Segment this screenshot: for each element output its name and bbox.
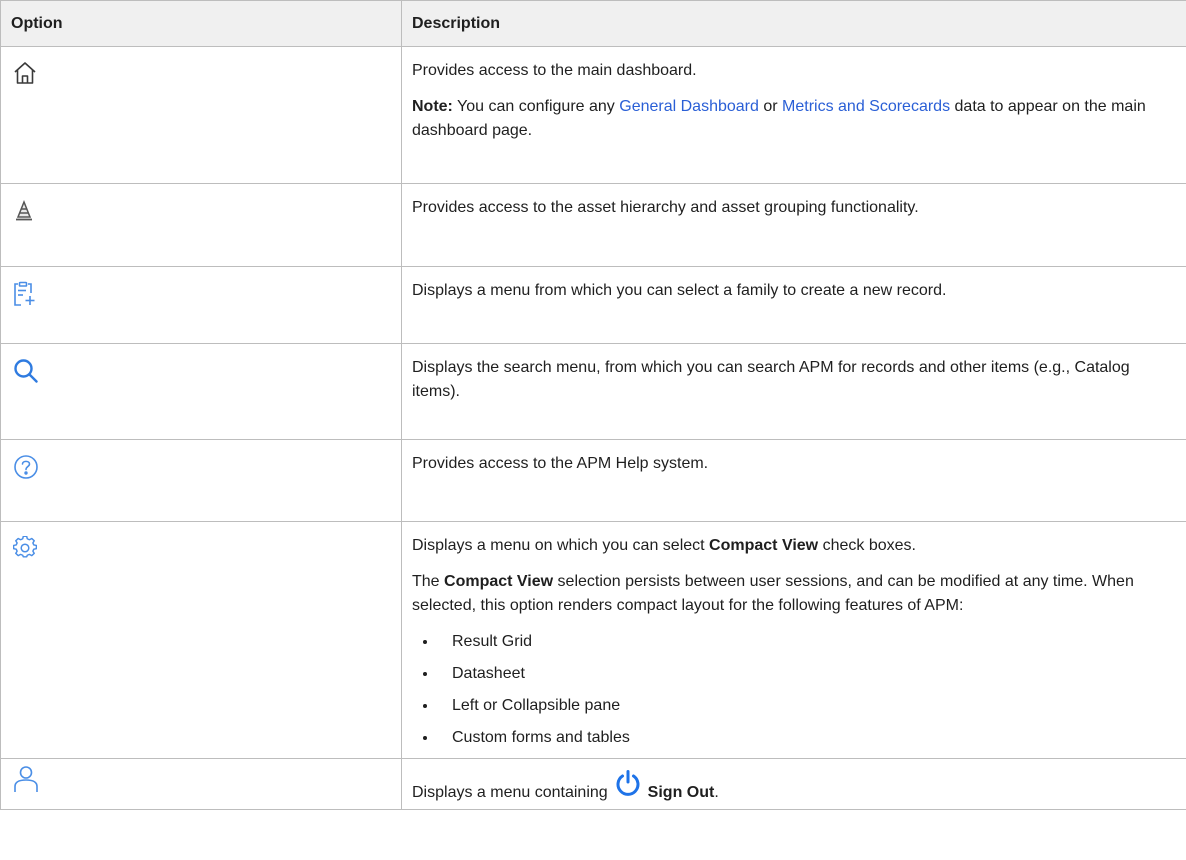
note-label: Note: — [412, 98, 453, 115]
asset-description: Provides access to the asset hierarchy a… — [412, 199, 919, 216]
option-cell — [0, 46, 402, 184]
compact-view-label: Compact View — [709, 537, 819, 554]
user-icon — [13, 765, 391, 793]
settings-paragraph: The Compact View selection persists betw… — [412, 570, 1176, 618]
gear-icon — [13, 536, 391, 560]
option-cell — [0, 758, 402, 810]
feature-list: Result Grid Datasheet Left or Collapsibl… — [412, 630, 1176, 750]
new-record-description: Displays a menu from which you can selec… — [412, 282, 947, 299]
home-icon — [13, 61, 391, 85]
settings-text: The — [412, 573, 445, 590]
option-cell — [0, 183, 402, 267]
description-cell: Displays a menu from which you can selec… — [401, 266, 1186, 344]
description-cell: Displays a menu containing Sign Out. — [401, 758, 1186, 810]
list-item: Left or Collapsible pane — [438, 694, 1176, 718]
home-description: Provides access to the main dashboard. — [412, 62, 697, 79]
user-text: Displays a menu containing — [412, 784, 608, 801]
home-note: Note: You can configure any General Dash… — [412, 95, 1176, 143]
description-cell: Provides access to the main dashboard. N… — [401, 46, 1186, 184]
option-cell — [0, 439, 402, 522]
note-text: You can configure any — [452, 98, 620, 115]
asset-hierarchy-icon — [13, 198, 391, 222]
description-cell: Provides access to the APM Help system. — [401, 439, 1186, 522]
search-icon — [13, 358, 391, 384]
table-row: Displays a menu on which you can select … — [0, 521, 1186, 759]
option-cell — [0, 343, 402, 440]
description-cell: Displays a menu on which you can select … — [401, 521, 1186, 759]
power-icon — [614, 769, 642, 805]
table-header-row: Option Description — [0, 0, 1186, 47]
general-dashboard-link[interactable]: General Dashboard — [619, 98, 759, 115]
table-row: Displays the search menu, from which you… — [0, 343, 1186, 440]
option-cell — [0, 521, 402, 759]
help-icon — [13, 454, 391, 480]
help-description: Provides access to the APM Help system. — [412, 455, 709, 472]
settings-text: Displays a menu on which you can select — [412, 537, 710, 554]
options-table: Option Description Provides access to th… — [0, 0, 1186, 810]
option-column-header: Option — [0, 0, 402, 47]
list-item: Custom forms and tables — [438, 726, 1176, 750]
list-item: Datasheet — [438, 662, 1176, 686]
table-row: Displays a menu from which you can selec… — [0, 266, 1186, 344]
new-record-icon — [13, 281, 391, 307]
description-cell: Displays the search menu, from which you… — [401, 343, 1186, 440]
list-item: Result Grid — [438, 630, 1176, 654]
option-cell — [0, 266, 402, 344]
user-description: Displays a menu containing Sign Out. — [412, 769, 719, 805]
settings-text: check boxes. — [818, 537, 916, 554]
settings-description: Displays a menu on which you can select … — [412, 534, 1176, 558]
description-column-header: Description — [401, 0, 1186, 47]
search-description: Displays the search menu, from which you… — [412, 359, 1130, 400]
metrics-scorecards-link[interactable]: Metrics and Scorecards — [782, 98, 950, 115]
note-text: or — [758, 98, 783, 115]
table-row: Provides access to the APM Help system. — [0, 439, 1186, 522]
table-row: Provides access to the asset hierarchy a… — [0, 183, 1186, 267]
table-row: Displays a menu containing Sign Out. — [0, 758, 1186, 810]
table-row: Provides access to the main dashboard. N… — [0, 46, 1186, 184]
description-cell: Provides access to the asset hierarchy a… — [401, 183, 1186, 267]
compact-view-label: Compact View — [444, 573, 554, 590]
sign-out-label: Sign Out — [647, 784, 715, 801]
user-text: . — [714, 784, 719, 801]
